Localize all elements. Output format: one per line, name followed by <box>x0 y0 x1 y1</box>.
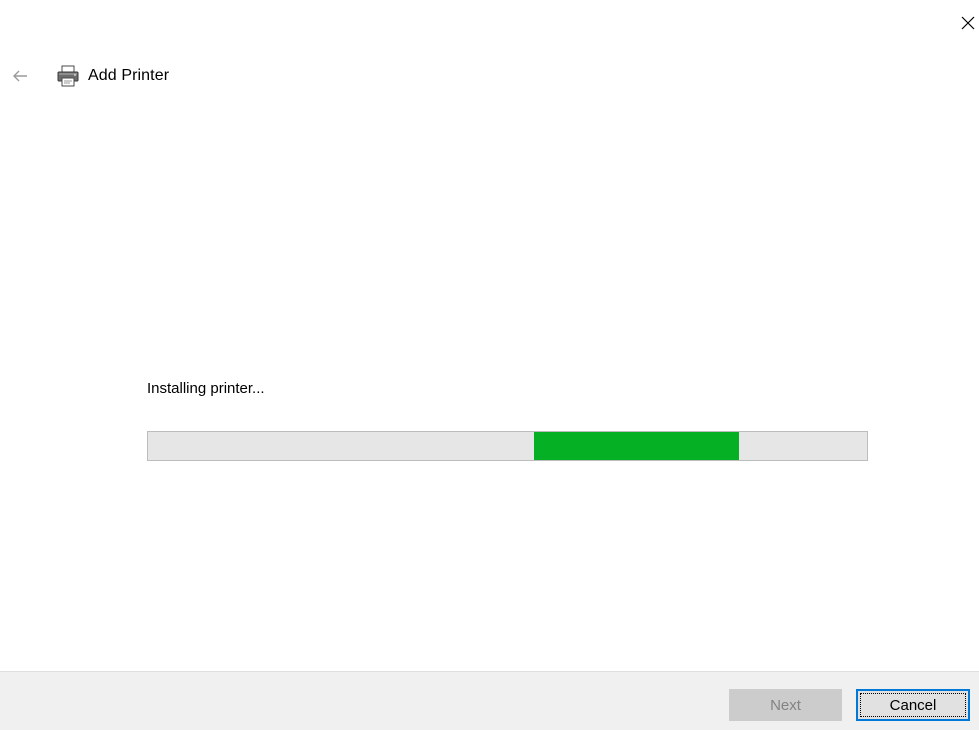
cancel-button-label: Cancel <box>889 696 937 714</box>
close-icon <box>961 16 975 30</box>
progress-bar-fill <box>534 432 739 460</box>
next-button[interactable]: Next <box>729 689 842 721</box>
back-button[interactable] <box>10 66 30 86</box>
close-button[interactable] <box>957 12 979 34</box>
install-progress-bar <box>147 431 868 461</box>
printer-icon <box>56 64 80 88</box>
wizard-footer: Next Cancel <box>0 671 979 730</box>
arrow-left-icon <box>13 70 27 82</box>
page-title: Add Printer <box>88 67 170 84</box>
wizard-header: Add Printer <box>10 62 169 90</box>
add-printer-window: Add Printer Installing printer... Next C… <box>0 0 979 730</box>
cancel-button[interactable]: Cancel <box>856 689 970 721</box>
install-status-text: Installing printer... <box>147 380 265 397</box>
